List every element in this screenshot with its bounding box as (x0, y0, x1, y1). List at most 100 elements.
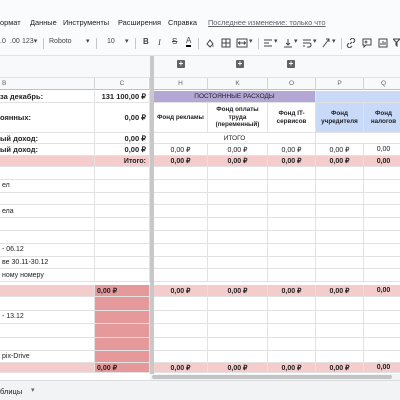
cell-empty[interactable] (208, 256, 268, 269)
cell-empty[interactable] (95, 256, 150, 269)
cell-empty[interactable] (316, 179, 364, 192)
cell-section1-tax[interactable]: 0,00 (364, 156, 400, 166)
cell-empty[interactable] (208, 324, 268, 337)
expand-group-plus-icon[interactable]: + (236, 60, 244, 68)
cell-income-value[interactable]: 0,00 ₽ (95, 133, 150, 143)
cell-empty[interactable] (364, 218, 400, 230)
cell-empty[interactable] (154, 179, 208, 192)
bold-button[interactable]: B (143, 37, 149, 47)
text-color-button[interactable]: A (186, 37, 192, 47)
wrap-dropdown-icon[interactable]: ▾ (313, 37, 317, 47)
cell-empty[interactable] (154, 218, 208, 230)
cell-empty[interactable] (316, 243, 364, 256)
row-label[interactable]: ел (0, 179, 95, 192)
cell-empty[interactable] (95, 243, 150, 256)
column-title-payroll-fund[interactable]: Фонд оплаты труда (переменный) (208, 103, 268, 132)
cell-empty[interactable] (316, 324, 364, 337)
menu-data[interactable]: Данные (30, 18, 57, 27)
cell-empty[interactable] (154, 231, 208, 243)
cell-fixed-label[interactable]: оянных: (0, 103, 95, 132)
more-formats-button[interactable]: 123▾ (22, 37, 37, 47)
row-label[interactable]: - 06.12 (0, 243, 95, 256)
cell-empty[interactable] (316, 337, 364, 350)
cell-empty[interactable] (364, 193, 400, 205)
cell-empty[interactable] (364, 244, 400, 256)
cell-empty[interactable] (95, 205, 150, 218)
cell-empty[interactable] (154, 297, 208, 310)
valign-dropdown-icon[interactable]: ▾ (294, 37, 298, 47)
cell-total-payroll[interactable]: 0,00 ₽ (208, 144, 268, 155)
cell-empty[interactable] (364, 167, 400, 179)
cell-empty[interactable] (208, 205, 268, 218)
row-label[interactable] (0, 337, 95, 350)
cell-highlight[interactable] (95, 310, 150, 323)
column-title-founder-fund[interactable]: Фонд учредителя (316, 103, 364, 132)
cell-empty[interactable] (95, 218, 150, 230)
cell-section3-total[interactable]: 0,00 ₽ (95, 363, 150, 372)
cell-empty[interactable] (316, 192, 364, 205)
filter-icon[interactable] (393, 38, 400, 48)
text-wrap-icon[interactable] (302, 38, 312, 48)
cell-empty[interactable] (268, 310, 316, 323)
cell-empty[interactable] (268, 231, 316, 243)
column-title-tax-fund[interactable]: Фонд налогов (364, 103, 400, 132)
insert-comment-icon[interactable] (362, 38, 372, 48)
cell-empty[interactable] (208, 243, 268, 256)
cell-net-income-label[interactable]: ый доход: (0, 144, 95, 155)
cell-section2-it[interactable]: 0,00 ₽ (268, 285, 316, 296)
cell-total-tax[interactable]: 0,00 (364, 144, 400, 155)
sheet-tab-label[interactable]: блицы (0, 387, 22, 396)
cell-total-it[interactable]: 0,00 ₽ (268, 144, 316, 155)
cell-empty[interactable] (364, 297, 400, 310)
cell-empty[interactable] (268, 167, 316, 179)
increase-decimals-button[interactable]: .00 (10, 37, 20, 47)
cell-section2-founder[interactable]: 0,00 ₽ (316, 285, 364, 296)
row-label[interactable] (0, 192, 95, 205)
merge-cells-icon[interactable] (236, 38, 248, 48)
cell-empty[interactable] (154, 167, 208, 179)
cell-itogo-label[interactable]: Итого: (95, 156, 150, 166)
cell-empty[interactable] (154, 269, 208, 282)
cell-empty[interactable] (364, 269, 400, 281)
row-label[interactable]: - 13.12 (0, 310, 95, 323)
row-label[interactable] (0, 231, 95, 243)
cell-empty[interactable] (208, 337, 268, 350)
italic-button[interactable]: I (158, 37, 161, 47)
column-title-it-fund[interactable]: Фонд IT-сервисов (268, 103, 316, 132)
cell-empty[interactable] (154, 205, 208, 218)
cell-empty[interactable] (316, 205, 364, 218)
cell-income-label[interactable]: ый доход: (0, 133, 95, 143)
cell-total-ads[interactable]: 0,00 ₽ (154, 144, 208, 155)
halign-dropdown-icon[interactable]: ▾ (274, 37, 278, 47)
cell-empty[interactable] (268, 297, 316, 310)
cell-empty[interactable] (364, 311, 400, 324)
cell-empty[interactable] (208, 179, 268, 192)
row-label[interactable] (0, 218, 95, 230)
text-rotation-icon[interactable] (321, 38, 331, 48)
cell-empty[interactable] (364, 257, 400, 269)
cell-section3-it[interactable]: 0,00 ₽ (268, 363, 316, 372)
cell-empty[interactable] (208, 269, 268, 282)
itogo-label[interactable]: ИТОГО (154, 133, 316, 143)
cell-section1-it[interactable]: 0,00 ₽ (268, 156, 316, 166)
column-header-c[interactable]: C (95, 78, 150, 90)
cell-empty[interactable] (268, 269, 316, 282)
cell-empty[interactable] (268, 205, 316, 218)
cell-empty[interactable] (154, 243, 208, 256)
horizontal-align-icon[interactable] (263, 38, 273, 48)
fill-color-icon[interactable] (205, 38, 215, 48)
font-select[interactable]: Roboto (49, 37, 72, 47)
cell-empty[interactable] (364, 231, 400, 243)
cell-section3-tax[interactable]: 0,00 (364, 363, 400, 372)
cell-empty[interactable] (208, 310, 268, 323)
cell-empty[interactable] (95, 269, 150, 282)
menu-help[interactable]: Справка (168, 18, 197, 27)
cell-empty[interactable] (208, 167, 268, 179)
cell-empty[interactable] (208, 192, 268, 205)
cell-empty[interactable] (208, 231, 268, 243)
cell-month-total[interactable]: 131 100,00 ₽ (95, 91, 150, 102)
expand-group-plus-icon[interactable]: + (287, 60, 295, 68)
cell-empty[interactable] (154, 324, 208, 337)
cell-empty[interactable] (208, 218, 268, 230)
cell-section3-ads[interactable]: 0,00 ₽ (154, 363, 208, 372)
